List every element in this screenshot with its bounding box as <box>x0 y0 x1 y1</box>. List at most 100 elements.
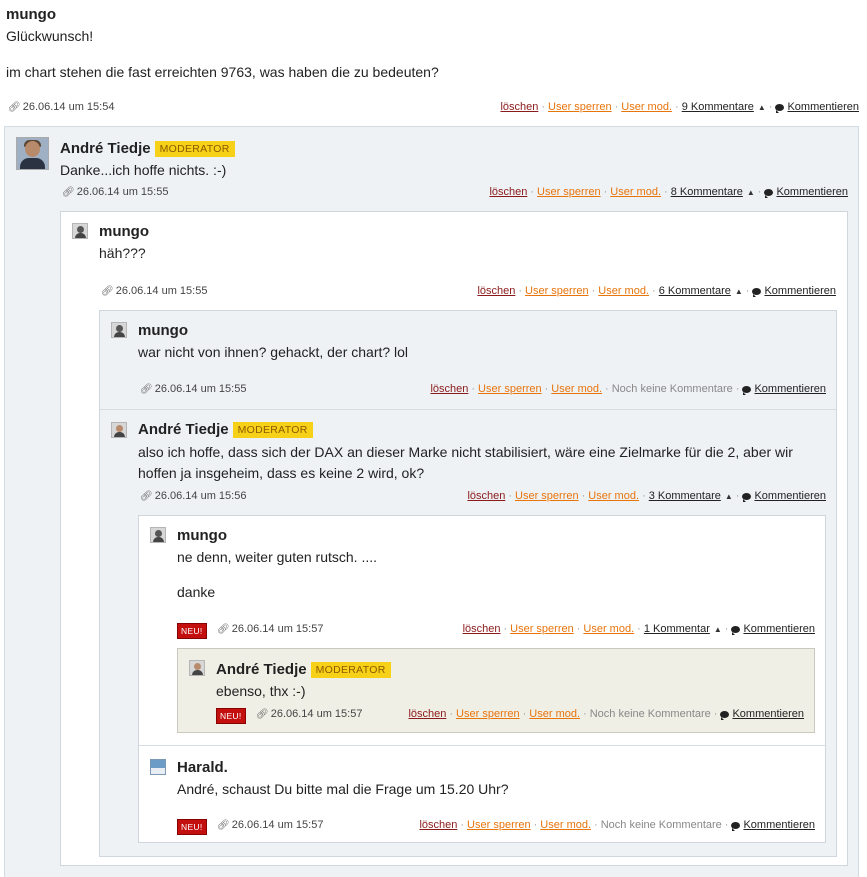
comment-actions: löschen · User sperren · User mod. · 1 Komment… <box>462 623 815 635</box>
comment-author[interactable]: mungo <box>6 6 56 23</box>
comment-bubble-icon <box>731 626 741 635</box>
comment-date[interactable]: 26.06.14 um 15:54 <box>23 101 115 113</box>
comments-count-link[interactable]: 3 Kommentare <box>649 490 721 502</box>
comment-author[interactable]: André Tiedje <box>60 140 151 157</box>
delete-link[interactable]: löschen <box>419 819 457 831</box>
new-badge: NEU! <box>216 708 246 724</box>
delete-link[interactable]: löschen <box>430 383 468 395</box>
comment-date[interactable]: 26.06.14 um 15:57 <box>232 623 324 635</box>
comment-date[interactable]: 26.06.14 um 15:57 <box>232 819 324 831</box>
ban-user-link[interactable]: User sperren <box>537 186 601 198</box>
mod-user-link[interactable]: User mod. <box>583 623 634 635</box>
collapse-arrow-icon[interactable]: ▲ <box>758 103 766 112</box>
comment-date[interactable]: 26.06.14 um 15:55 <box>116 285 208 297</box>
ban-user-link[interactable]: User sperren <box>525 285 589 297</box>
link-icon[interactable]: 🔗︎ <box>217 820 230 831</box>
link-icon[interactable]: 🔗︎ <box>217 624 230 635</box>
delete-link[interactable]: löschen <box>500 101 538 113</box>
mod-user-link[interactable]: User mod. <box>621 101 672 113</box>
comment-meta: 🔗︎ 26.06.14 um 15:57 <box>217 819 323 831</box>
comment-actions: löschen · User sperren · User mod. · Noch kein… <box>430 383 826 395</box>
mod-user-link[interactable]: User mod. <box>588 490 639 502</box>
comments-count-link[interactable]: 8 Kommentare <box>671 186 743 198</box>
moderator-badge: MODERATOR <box>154 141 235 157</box>
comment-text: ebenso, thx :-) <box>216 683 306 699</box>
link-icon[interactable]: 🔗︎ <box>62 187 75 198</box>
comment-author[interactable]: Harald. <box>177 759 228 776</box>
collapse-arrow-icon[interactable]: ▲ <box>725 492 733 501</box>
comment-bubble-icon <box>764 189 774 198</box>
ban-user-link[interactable]: User sperren <box>510 623 574 635</box>
delete-link[interactable]: löschen <box>463 623 501 635</box>
reply-link[interactable]: Kommentieren <box>787 101 859 113</box>
comment-author[interactable]: mungo <box>138 322 188 339</box>
ban-user-link[interactable]: User sperren <box>515 490 579 502</box>
comment-author[interactable]: André Tiedje <box>138 421 229 438</box>
ban-user-link[interactable]: User sperren <box>456 708 520 720</box>
delete-link[interactable]: löschen <box>477 285 515 297</box>
comment-text: Glückwunsch! <box>6 28 94 44</box>
comment-date[interactable]: 26.06.14 um 15:55 <box>77 186 169 198</box>
avatar[interactable] <box>189 660 205 676</box>
comment-author[interactable]: mungo <box>99 223 149 240</box>
collapse-arrow-icon[interactable]: ▲ <box>747 188 755 197</box>
no-comments-label: Noch keine Kommentare <box>611 383 733 395</box>
reply-link[interactable]: Kommentieren <box>764 285 836 297</box>
reply-link[interactable]: Kommentieren <box>743 819 815 831</box>
delete-link[interactable]: löschen <box>489 186 527 198</box>
delete-link[interactable]: löschen <box>408 708 446 720</box>
comment-actions: löschen · User sperren · User mod. · 6 Komment… <box>477 285 836 297</box>
mod-user-link[interactable]: User mod. <box>551 383 602 395</box>
ban-user-link[interactable]: User sperren <box>548 101 612 113</box>
comment-bubble-icon <box>720 711 730 720</box>
link-icon[interactable]: 🔗︎ <box>256 709 269 720</box>
comment-text: im chart stehen die fast erreichten 9763… <box>6 64 439 80</box>
comment-header: André Tiedje MODERATOR <box>216 661 391 678</box>
comment-date[interactable]: 26.06.14 um 15:55 <box>155 383 247 395</box>
no-comments-label: Noch keine Kommentare <box>589 708 711 720</box>
comments-count-link[interactable]: 9 Kommentare <box>682 101 754 113</box>
comments-count-link[interactable]: 1 Kommentar <box>644 623 710 635</box>
collapse-arrow-icon[interactable]: ▲ <box>735 287 743 296</box>
comment-actions: löschen · User sperren · User mod. · Noch kein… <box>408 708 804 720</box>
reply-link[interactable]: Kommentieren <box>776 186 848 198</box>
comments-count-link[interactable]: 6 Kommentare <box>659 285 731 297</box>
comment-actions: löschen · User sperren · User mod. · 3 Komment… <box>467 490 826 502</box>
comment-bubble-icon <box>731 822 741 831</box>
avatar[interactable] <box>150 527 166 543</box>
comment-bubble-icon <box>742 493 752 502</box>
avatar[interactable] <box>16 137 49 170</box>
comment-actions: löschen · User sperren · User mod. · Noch kein… <box>419 819 815 831</box>
comment-header: André Tiedje MODERATOR <box>60 140 235 157</box>
comment-author[interactable]: mungo <box>177 527 227 544</box>
mod-user-link[interactable]: User mod. <box>529 708 580 720</box>
comment-date[interactable]: 26.06.14 um 15:56 <box>155 490 247 502</box>
link-icon[interactable]: 🔗︎ <box>140 384 153 395</box>
comment-bubble-icon <box>775 104 785 113</box>
ban-user-link[interactable]: User sperren <box>478 383 542 395</box>
divider <box>139 745 825 746</box>
comment-text: war nicht von ihnen? gehackt, der chart?… <box>138 344 409 360</box>
reply-link[interactable]: Kommentieren <box>754 490 826 502</box>
collapse-arrow-icon[interactable]: ▲ <box>714 625 722 634</box>
comment-text: hoffen ja insgeheim, dass es keine 2 wir… <box>138 465 425 481</box>
avatar[interactable] <box>150 759 166 775</box>
avatar[interactable] <box>111 422 127 438</box>
comment-meta: 🔗︎ 26.06.14 um 15:54 <box>8 101 114 113</box>
comment-author[interactable]: André Tiedje <box>216 661 307 678</box>
ban-user-link[interactable]: User sperren <box>467 819 531 831</box>
mod-user-link[interactable]: User mod. <box>540 819 591 831</box>
avatar[interactable] <box>72 223 88 239</box>
reply-link[interactable]: Kommentieren <box>732 708 804 720</box>
link-icon[interactable]: 🔗︎ <box>140 491 153 502</box>
reply-link[interactable]: Kommentieren <box>754 383 826 395</box>
mod-user-link[interactable]: User mod. <box>610 186 661 198</box>
delete-link[interactable]: löschen <box>467 490 505 502</box>
mod-user-link[interactable]: User mod. <box>598 285 649 297</box>
link-icon[interactable]: 🔗︎ <box>8 102 21 113</box>
link-icon[interactable]: 🔗︎ <box>101 286 114 297</box>
reply-link[interactable]: Kommentieren <box>743 623 815 635</box>
avatar[interactable] <box>111 322 127 338</box>
comment-meta: 🔗︎ 26.06.14 um 15:57 <box>217 623 323 635</box>
comment-date[interactable]: 26.06.14 um 15:57 <box>271 708 363 720</box>
